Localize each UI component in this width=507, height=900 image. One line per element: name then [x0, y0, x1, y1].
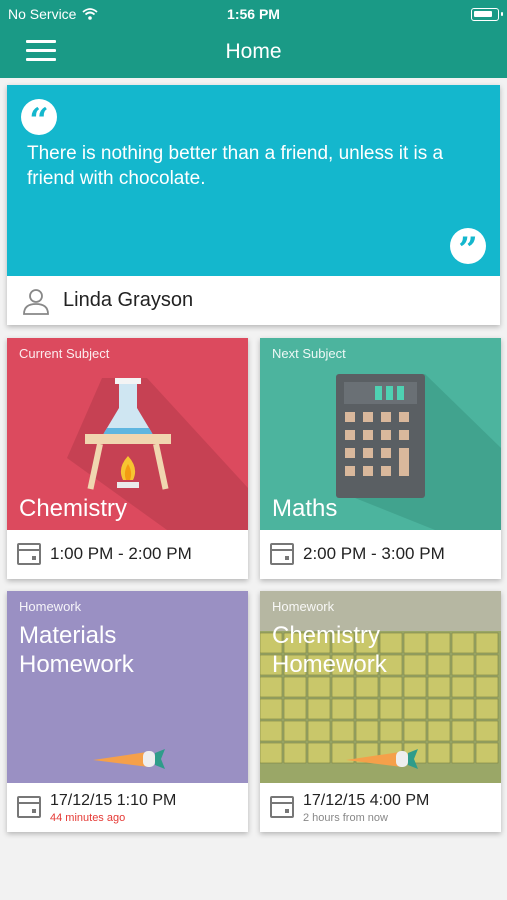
card-relative-time: 44 minutes ago	[50, 812, 126, 824]
page-title: Home	[225, 40, 282, 63]
quote-author-row: Linda Grayson	[7, 276, 500, 325]
card-time: 2:00 PM - 3:00 PM	[303, 544, 445, 563]
calendar-icon	[270, 796, 294, 818]
next-subject-card[interactable]: Next Subject Maths 2:00 PM - 3:00 PM	[260, 338, 501, 579]
person-icon	[23, 288, 49, 315]
materials-art: Homework Materials Homework	[7, 591, 248, 783]
card-caption: Next Subject	[272, 346, 346, 361]
calendar-icon	[17, 796, 41, 818]
periodic-table-icon	[260, 591, 501, 783]
card-date: 17/12/15 1:10 PM	[50, 792, 177, 809]
card-footer: 17/12/15 1:10 PM 44 minutes ago	[7, 783, 248, 832]
maths-art: Next Subject Maths	[260, 338, 501, 530]
card-title: Maths	[272, 495, 338, 522]
card-date: 17/12/15 4:00 PM	[303, 792, 430, 809]
homework-card-chemistry[interactable]: Homework Chemistry Homework 17/12/15 4:0…	[260, 591, 501, 832]
card-relative-time: 2 hours from now	[303, 812, 388, 824]
homework-card-materials[interactable]: Homework Materials Homework 17/12/15 1:1…	[7, 591, 248, 832]
card-time: 1:00 PM - 2:00 PM	[50, 544, 192, 563]
quote-panel: “ There is nothing better than a friend,…	[7, 85, 500, 276]
status-bar: No Service 1:56 PM	[0, 0, 507, 28]
quote-card[interactable]: “ There is nothing better than a friend,…	[7, 85, 500, 325]
card-footer: 2:00 PM - 3:00 PM	[260, 530, 501, 579]
card-title-line1: Chemistry	[272, 622, 381, 649]
battery-icon	[471, 8, 503, 21]
quote-text: There is nothing better than a friend, u…	[27, 143, 444, 189]
card-caption: Current Subject	[19, 346, 110, 361]
card-caption: Homework	[272, 599, 335, 614]
calendar-icon	[270, 543, 294, 565]
quote-open-icon: “	[21, 99, 57, 141]
chemistry-art: Current Subject Chemistry	[7, 338, 248, 530]
app-header: No Service 1:56 PM Home	[0, 0, 507, 78]
card-title: Chemistry	[19, 495, 128, 522]
carrot-icon	[93, 749, 165, 769]
periodic-table-art: Homework Chemistry Homework	[260, 591, 501, 783]
status-time: 1:56 PM	[227, 6, 280, 22]
card-footer: 17/12/15 4:00 PM 2 hours from now	[260, 783, 501, 832]
quote-author: Linda Grayson	[63, 289, 194, 311]
quote-close-icon: ”	[450, 228, 486, 270]
calendar-icon	[17, 543, 41, 565]
current-subject-card[interactable]: Current Subject Chemistry 1:00 PM - 2:00…	[7, 338, 248, 579]
card-footer: 1:00 PM - 2:00 PM	[7, 530, 248, 579]
card-title-line2: Homework	[272, 651, 387, 678]
